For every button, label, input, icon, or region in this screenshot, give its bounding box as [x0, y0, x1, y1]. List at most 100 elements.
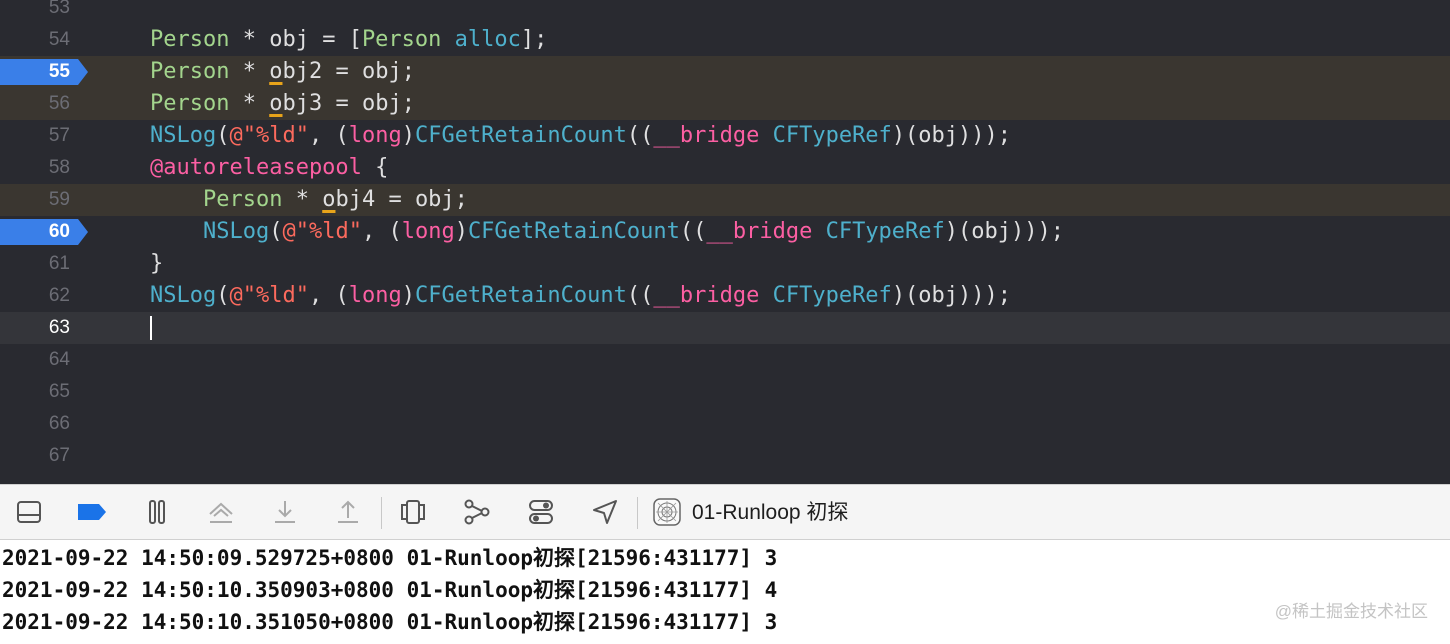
code-token: Person	[150, 91, 230, 116]
line-number[interactable]: 53	[0, 0, 70, 24]
code-text: Person * obj3 = obj;	[150, 88, 415, 120]
line-number[interactable]: 61	[0, 248, 70, 280]
step-out-icon	[338, 500, 358, 523]
code-line[interactable]: 56 Person * obj3 = obj;	[0, 88, 1450, 120]
step-over-icon	[209, 502, 233, 523]
line-number[interactable]: 60	[0, 219, 70, 245]
text-caret	[150, 316, 152, 340]
debug-toolbar: 01-Runloop 初探	[0, 484, 1450, 540]
line-number[interactable]: 64	[0, 344, 70, 376]
pause-button[interactable]	[140, 495, 174, 529]
process-selector-button[interactable]	[650, 495, 684, 529]
line-number[interactable]: 63	[0, 312, 70, 344]
code-line[interactable]: 55 Person * obj2 = obj;	[0, 56, 1450, 88]
code-token: long	[401, 219, 455, 244]
code-token: long	[348, 283, 402, 308]
code-token: @autoreleasepool	[150, 155, 362, 180]
line-number[interactable]: 66	[0, 408, 70, 440]
code-token: * obj = [	[229, 27, 362, 52]
hide-debug-area-button[interactable]	[12, 495, 46, 529]
code-line[interactable]: 59 Person * obj4 = obj;	[0, 184, 1450, 216]
code-line[interactable]: 64	[0, 344, 1450, 376]
step-over-button[interactable]	[204, 495, 238, 529]
code-line[interactable]: 54 Person * obj = [Person alloc];	[0, 24, 1450, 56]
code-token: NSLog	[202, 219, 270, 244]
line-number[interactable]: 57	[0, 120, 70, 152]
breakpoint-marker[interactable]: 55	[0, 59, 88, 85]
console-line: 2021-09-22 14:50:09.529725+0800 01-Runlo…	[2, 546, 778, 570]
console-output[interactable]: 2021-09-22 14:50:09.529725+0800 01-Runlo…	[0, 540, 1450, 644]
code-token: Person	[202, 187, 283, 212]
code-token: bj2 = obj;	[282, 59, 415, 84]
code-token: CFGetRetainCount	[414, 283, 627, 308]
breakpoint-marker[interactable]: 60	[0, 219, 88, 245]
simulate-location-button[interactable]	[588, 495, 622, 529]
code-token: CFTypeRef	[825, 219, 945, 244]
line-number[interactable]: 58	[0, 152, 70, 184]
code-token: NSLog	[150, 123, 217, 148]
view-hierarchy-button[interactable]	[396, 495, 430, 529]
code-token: bj4 = obj;	[335, 187, 468, 212]
code-line[interactable]: 67	[0, 440, 1450, 472]
code-token: long	[348, 123, 402, 148]
line-number[interactable]: 67	[0, 440, 70, 472]
line-number[interactable]: 56	[0, 88, 70, 120]
code-token: , (	[308, 123, 349, 148]
code-token: ((	[626, 123, 654, 148]
code-token: @"%ld"	[229, 123, 309, 148]
code-line[interactable]: 65	[0, 376, 1450, 408]
code-token: Person	[150, 59, 230, 84]
step-into-button[interactable]	[268, 495, 302, 529]
code-token: alloc	[454, 27, 521, 52]
code-text: NSLog(@"%ld", (long)CFGetRetainCount((__…	[150, 120, 1011, 152]
line-number[interactable]: 59	[0, 184, 70, 216]
code-line[interactable]: 62 NSLog(@"%ld", (long)CFGetRetainCount((…	[0, 280, 1450, 312]
code-line[interactable]: 66	[0, 408, 1450, 440]
code-token: ];	[520, 27, 548, 52]
environment-overrides-button[interactable]	[524, 495, 558, 529]
code-token: Person	[150, 27, 230, 52]
code-line[interactable]: 53	[0, 0, 1450, 24]
app-target-icon	[653, 498, 681, 526]
code-line[interactable]: 63	[0, 312, 1450, 344]
code-token: __bridge	[653, 283, 760, 308]
code-token: @"%ld"	[282, 219, 362, 244]
code-line[interactable]: 60 NSLog(@"%ld", (long)CFGetRetainCount(…	[0, 216, 1450, 248]
toolbar-separator	[637, 497, 638, 529]
code-line[interactable]: 58 @autoreleasepool {	[0, 152, 1450, 184]
code-token: *	[229, 59, 270, 84]
code-text: Person * obj4 = obj;	[150, 184, 468, 216]
code-token: NSLog	[150, 283, 217, 308]
code-text: }	[150, 248, 163, 280]
line-number[interactable]: 62	[0, 280, 70, 312]
code-line[interactable]: 57 NSLog(@"%ld", (long)CFGetRetainCount((…	[0, 120, 1450, 152]
code-line[interactable]: 61}	[0, 248, 1450, 280]
location-arrow-icon	[593, 500, 617, 524]
code-text: @autoreleasepool {	[150, 152, 388, 184]
code-text: NSLog(@"%ld", (long)CFGetRetainCount((__…	[150, 216, 1064, 248]
line-number[interactable]: 65	[0, 376, 70, 408]
console-line: 2021-09-22 14:50:10.351050+0800 01-Runlo…	[2, 610, 778, 634]
code-editor[interactable]: 53 54 Person * obj = [Person alloc]; 55 Pers…	[0, 0, 1450, 484]
code-token: (	[216, 283, 230, 308]
process-label[interactable]: 01-Runloop 初探	[692, 485, 848, 541]
code-token: )(obj)));	[891, 123, 1012, 148]
code-token: )(obj)));	[891, 283, 1012, 308]
code-token: )(obj)));	[944, 219, 1065, 244]
breakpoints-toggle-button[interactable]	[75, 495, 109, 529]
view-hierarchy-icon	[401, 500, 425, 524]
panel-bottom-icon	[17, 501, 41, 523]
code-token: (	[269, 219, 283, 244]
code-text: Person * obj = [Person alloc];	[150, 24, 547, 56]
code-token: ((	[626, 283, 654, 308]
line-number[interactable]: 54	[0, 24, 70, 56]
memory-graph-icon	[464, 499, 490, 525]
toolbar-separator	[381, 497, 382, 529]
code-token: (	[216, 123, 230, 148]
line-number[interactable]: 55	[0, 59, 70, 85]
memory-graph-button[interactable]	[460, 495, 494, 529]
step-out-button[interactable]	[331, 495, 365, 529]
code-token: )	[454, 219, 468, 244]
